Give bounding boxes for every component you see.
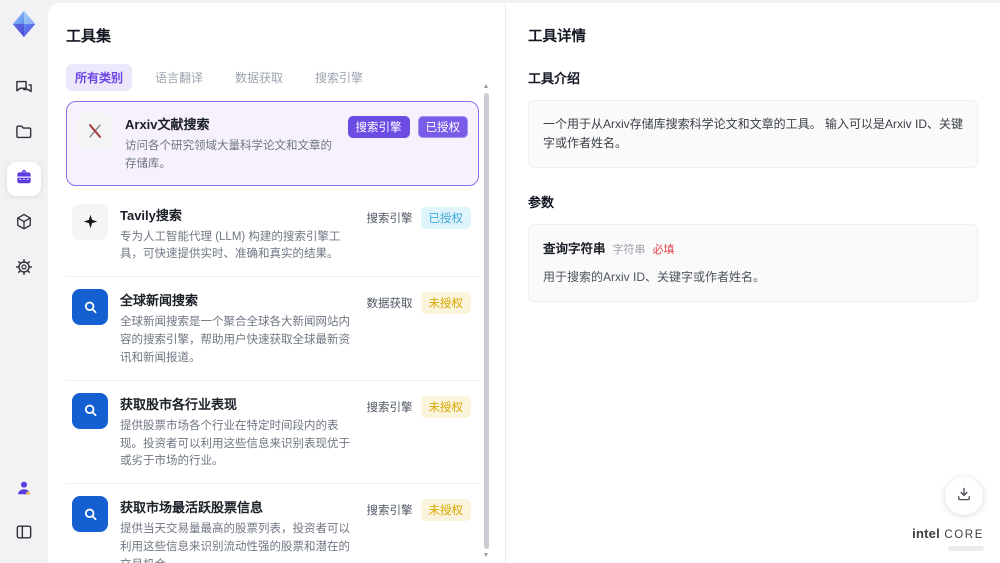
main-content: 工具集 所有类别 语言翻译 数据获取 搜索引擎 Arxiv文献搜索 访问各个研究… (48, 3, 1000, 563)
tool-card-active-stocks[interactable]: 获取市场最活跃股票信息 提供当天交易量最高的股票列表，投资者可以利用这些信息来识… (66, 484, 479, 563)
sidebar-item-models[interactable] (7, 207, 41, 241)
tool-desc: 提供股票市场各个行业在特定时间段内的表现。投资者可以利用这些信息来识别表现优于或… (120, 419, 350, 468)
intro-box: 一个用于从Arxiv存储库搜索科学论文和文章的工具。 输入可以是Arxiv ID… (528, 100, 978, 169)
user-avatar[interactable] (7, 473, 41, 507)
tool-desc: 专为人工智能代理 (LLM) 构建的搜索引擎工具，可快速提供实时、准确和真实的结… (120, 230, 341, 261)
param-type: 字符串 (612, 244, 646, 257)
sidebar-nav (7, 72, 41, 286)
toolbox-icon (14, 167, 34, 192)
scroll-up-icon[interactable]: ▲ (483, 83, 490, 90)
tab-search-engine[interactable]: 搜索引擎 (306, 64, 372, 91)
auth-badge: 未授权 (420, 292, 471, 315)
tool-title: 获取市场最活跃股票信息 (120, 500, 264, 516)
sidebar-item-files[interactable] (7, 117, 41, 151)
category-tabs: 所有类别 语言翻译 数据获取 搜索引擎 (66, 64, 479, 91)
sidebar-item-settings[interactable] (7, 252, 41, 286)
auth-badge: 已授权 (420, 206, 471, 229)
tool-desc: 访问各个研究领域大量科学论文和文章的存储库。 (125, 140, 332, 170)
news-search-icon (72, 392, 108, 429)
gem-logo-icon (12, 10, 36, 38)
tool-title: 全球新闻搜索 (120, 293, 199, 309)
download-icon (955, 485, 973, 508)
chat-icon (14, 77, 34, 102)
scrollbar-thumb[interactable] (483, 93, 489, 549)
tool-desc: 全球新闻搜索是一个聚合全球各大新闻网站内容的搜索引擎，帮助用户快速获取全球最新资… (120, 316, 350, 364)
scroll-down-icon[interactable]: ▼ (483, 552, 490, 559)
tool-card-arxiv[interactable]: Arxiv文献搜索 访问各个研究领域大量科学论文和文章的存储库。 搜索引擎 已授… (66, 101, 479, 186)
tool-detail-pane: 工具详情 工具介绍 一个用于从Arxiv存储库搜索科学论文和文章的工具。 输入可… (505, 3, 1000, 563)
tab-all-categories[interactable]: 所有类别 (66, 64, 133, 91)
tool-card-tavily[interactable]: Tavily搜索 专为人工智能代理 (LLM) 构建的搜索引擎工具，可快速提供实… (66, 191, 479, 278)
category-label: 搜索引擎 (366, 212, 413, 225)
app-logo (8, 8, 40, 40)
brand-core-text: CORE (944, 529, 984, 541)
app-window: 工具集 所有类别 语言翻译 数据获取 搜索引擎 Arxiv文献搜索 访问各个研究… (0, 0, 1000, 563)
tab-data-fetch[interactable]: 数据获取 (226, 64, 292, 91)
detail-title: 工具详情 (528, 29, 586, 45)
category-label: 搜索引擎 (366, 505, 413, 518)
auth-badge: 未授权 (420, 395, 471, 418)
params-heading: 参数 (528, 195, 555, 211)
intel-core-logo: intel CORE (912, 525, 984, 551)
arxiv-icon (77, 113, 113, 149)
category-label: 数据获取 (366, 298, 413, 311)
param-required-badge: 必填 (652, 244, 675, 257)
sidebar-item-chat[interactable] (7, 72, 41, 106)
sidebar-bottom (7, 473, 41, 551)
param-box: 查询字符串 字符串 必填 用于搜索的Arxiv ID、关键字或作者姓名。 (528, 224, 978, 303)
tool-list-pane: 工具集 所有类别 语言翻译 数据获取 搜索引擎 Arxiv文献搜索 访问各个研究… (48, 3, 505, 563)
sidebar (0, 0, 48, 563)
panel-toggle-button[interactable] (7, 517, 41, 551)
news-search-icon (72, 289, 108, 326)
tool-card-sector-performance[interactable]: 获取股市各行业表现 提供股票市场各个行业在特定时间段内的表现。投资者可以利用这些… (66, 380, 479, 485)
folder-icon (14, 122, 34, 147)
param-desc: 用于搜索的Arxiv ID、关键字或作者姓名。 (543, 269, 766, 284)
cube-icon (14, 212, 34, 237)
category-badge: 搜索引擎 (347, 116, 410, 138)
sparkle-icon (72, 203, 108, 240)
brand-subtext-bar (948, 546, 984, 551)
tool-title: 获取股市各行业表现 (120, 396, 238, 412)
news-search-icon (72, 496, 108, 533)
gear-icon (14, 257, 34, 282)
page-title: 工具集 (66, 28, 112, 45)
list-scrollbar[interactable]: ▲ ▼ (481, 83, 491, 559)
tool-desc: 提供当天交易量最高的股票列表，投资者可以利用这些信息来识别流动性强的股票和潜在的… (120, 523, 350, 563)
param-name: 查询字符串 (543, 242, 606, 257)
tool-card-global-news[interactable]: 全球新闻搜索 全球新闻搜索是一个聚合全球各大新闻网站内容的搜索引擎，帮助用户快速… (66, 277, 479, 381)
tool-title: Arxiv文献搜索 (125, 117, 210, 132)
brand-intel-text: intel (912, 526, 940, 541)
auth-badge: 未授权 (420, 499, 471, 522)
tool-title: Tavily搜索 (120, 207, 182, 223)
sidebar-item-tools[interactable] (7, 162, 41, 196)
user-avatar-icon (14, 478, 34, 503)
category-label: 搜索引擎 (366, 401, 413, 414)
tab-language-translation[interactable]: 语言翻译 (146, 64, 212, 91)
auth-badge: 已授权 (417, 116, 468, 138)
panel-toggle-icon (14, 522, 34, 547)
intro-heading: 工具介绍 (528, 71, 581, 86)
download-button[interactable] (945, 477, 983, 515)
